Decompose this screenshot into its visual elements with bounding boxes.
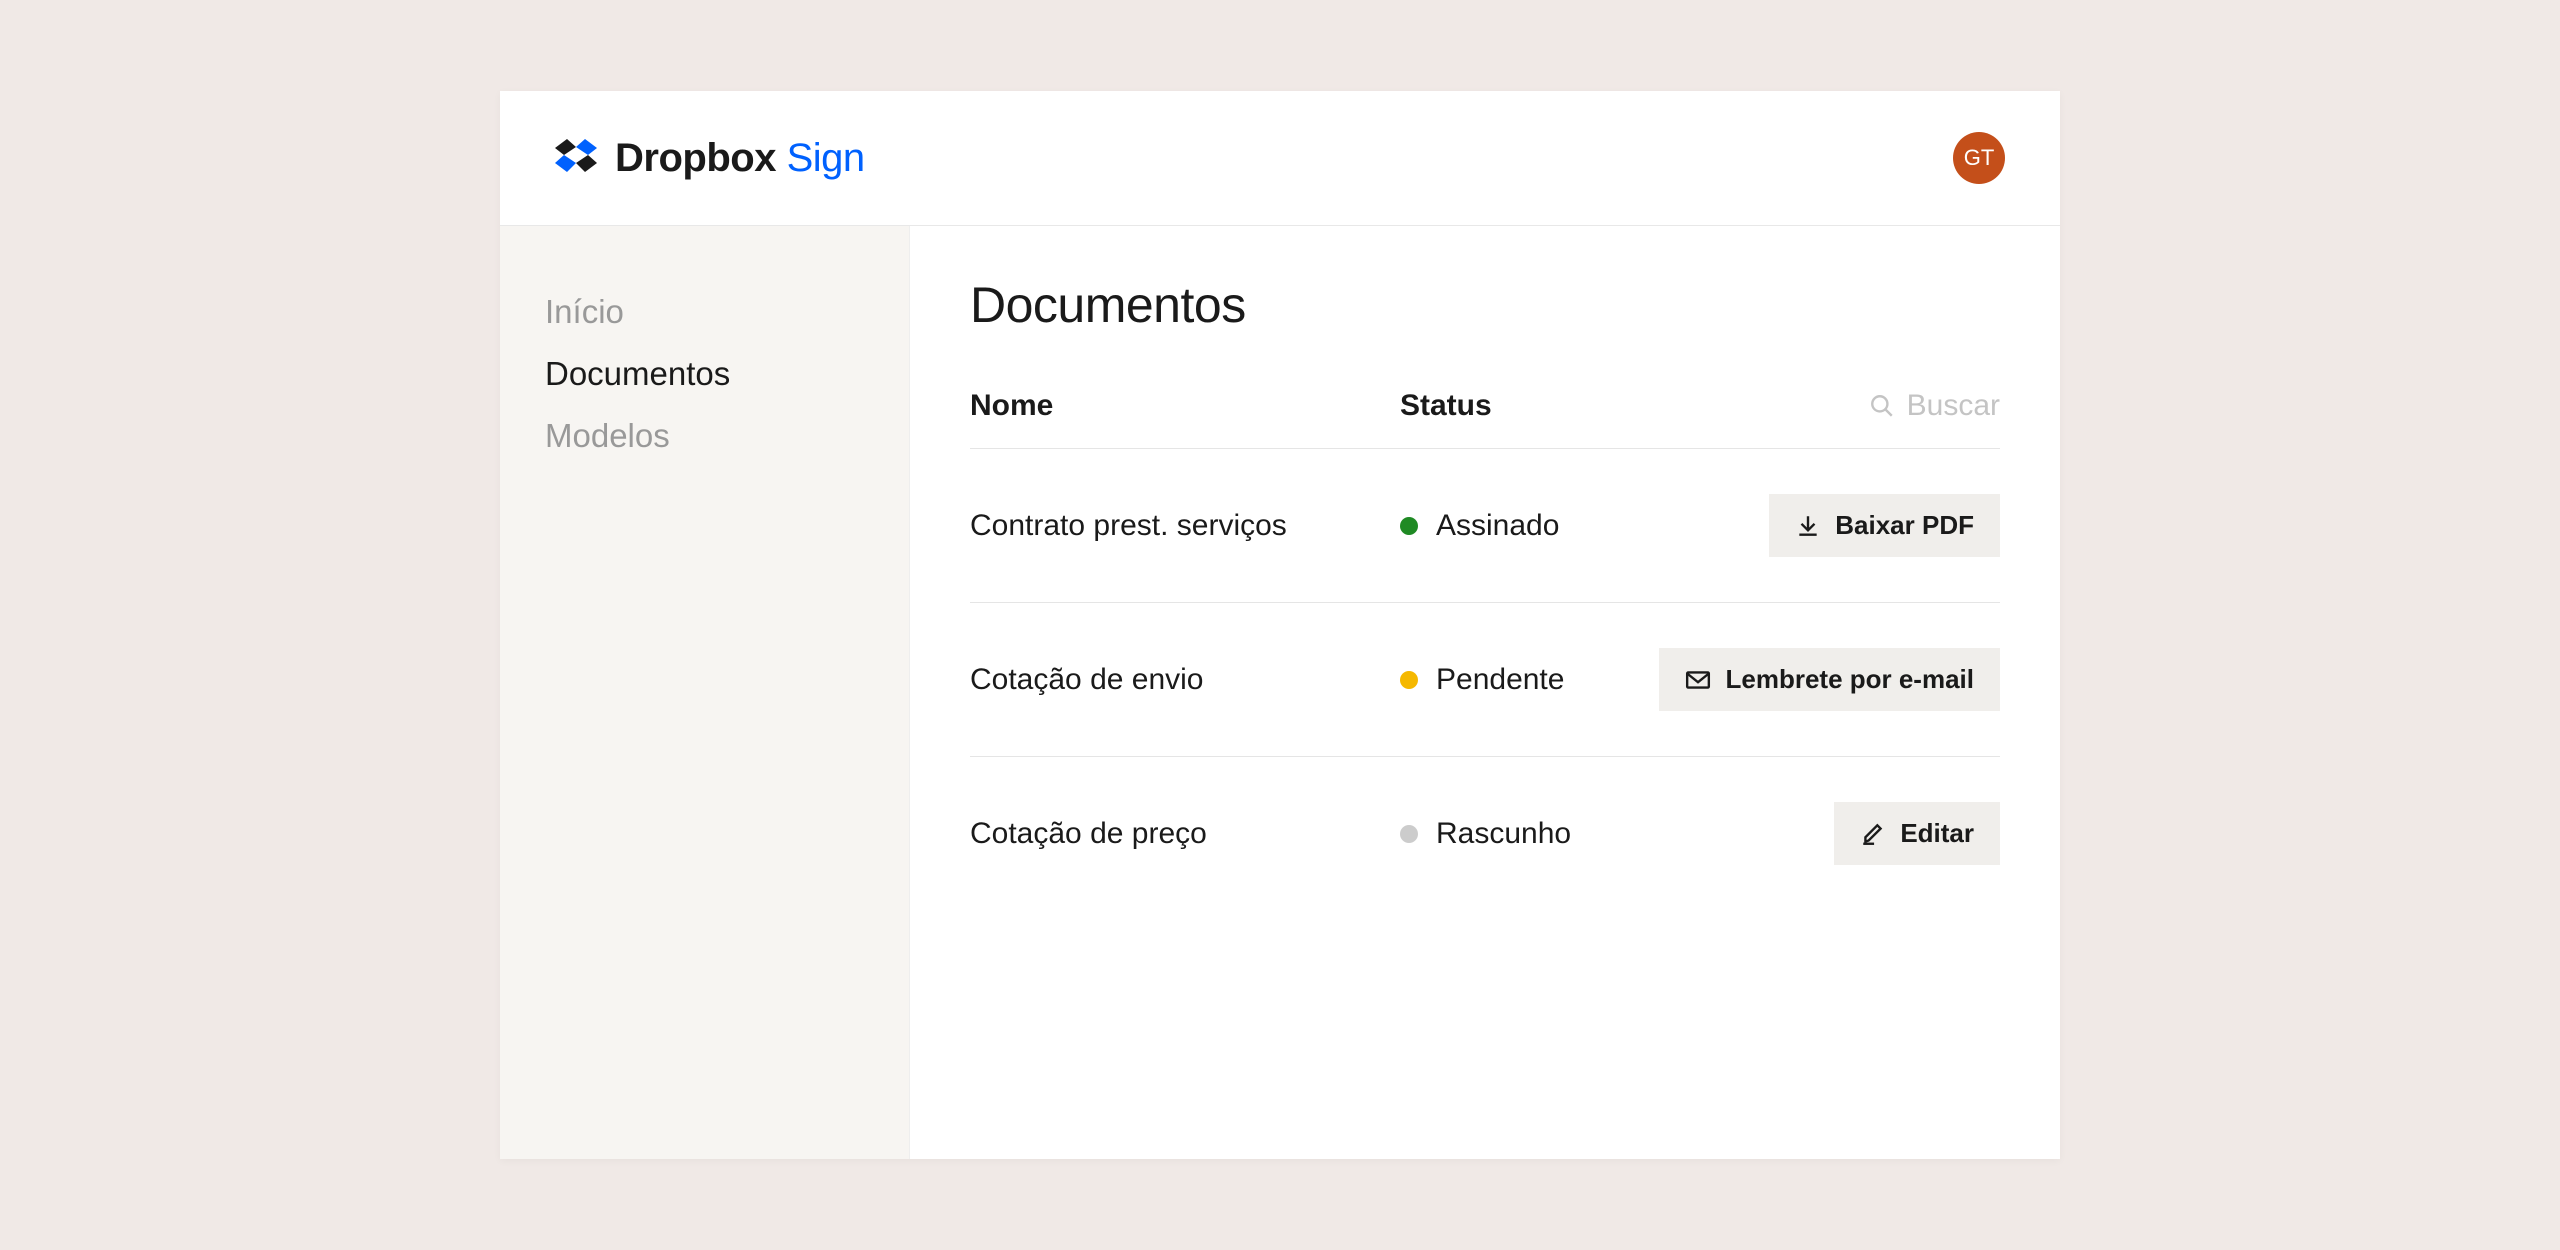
column-header-name: Nome	[970, 389, 1400, 423]
email-reminder-button[interactable]: Lembrete por e-mail	[1659, 648, 2000, 711]
table-row: Cotação de envio Pendente Lembrete por e…	[970, 603, 2000, 757]
action-label: Editar	[1900, 818, 1974, 849]
table-header: Nome Status Buscar	[970, 389, 2000, 449]
logo-text: Dropbox Sign	[615, 136, 865, 181]
status-group: Pendente	[1400, 663, 1659, 697]
download-icon	[1795, 513, 1821, 539]
download-pdf-button[interactable]: Baixar PDF	[1769, 494, 2000, 557]
page-title: Documentos	[970, 276, 2000, 334]
main-content: Documentos Nome Status Buscar Contrato p…	[910, 226, 2060, 1159]
app-window: Dropbox Sign GT Início Documentos Modelo…	[500, 91, 2060, 1159]
action-label: Baixar PDF	[1835, 510, 1974, 541]
sidebar-item-modelos[interactable]: Modelos	[545, 405, 864, 467]
search-input[interactable]: Buscar	[1869, 389, 2000, 423]
status-text: Assinado	[1436, 509, 1559, 543]
column-header-status: Status	[1400, 389, 1869, 423]
status-dot-signed	[1400, 517, 1418, 535]
action-label: Lembrete por e-mail	[1725, 664, 1974, 695]
status-group: Rascunho	[1400, 817, 1834, 851]
document-name: Cotação de envio	[970, 663, 1400, 697]
dropbox-logo-icon	[555, 139, 597, 177]
edit-icon	[1860, 821, 1886, 847]
status-dot-draft	[1400, 825, 1418, 843]
sidebar-item-inicio[interactable]: Início	[545, 281, 864, 343]
status-dot-pending	[1400, 671, 1418, 689]
table-row: Contrato prest. serviços Assinado Baixar…	[970, 449, 2000, 603]
edit-button[interactable]: Editar	[1834, 802, 2000, 865]
header: Dropbox Sign GT	[500, 91, 2060, 226]
document-name: Cotação de preço	[970, 817, 1400, 851]
body: Início Documentos Modelos Documentos Nom…	[500, 226, 2060, 1159]
status-text: Pendente	[1436, 663, 1564, 697]
sidebar: Início Documentos Modelos	[500, 226, 910, 1159]
logo[interactable]: Dropbox Sign	[555, 136, 865, 181]
document-name: Contrato prest. serviços	[970, 509, 1400, 543]
search-icon	[1869, 393, 1895, 419]
sidebar-item-documentos[interactable]: Documentos	[545, 343, 864, 405]
status-group: Assinado	[1400, 509, 1769, 543]
mail-icon	[1685, 667, 1711, 693]
search-placeholder: Buscar	[1907, 389, 2000, 423]
avatar[interactable]: GT	[1953, 132, 2005, 184]
table-row: Cotação de preço Rascunho Editar	[970, 757, 2000, 910]
status-text: Rascunho	[1436, 817, 1571, 851]
